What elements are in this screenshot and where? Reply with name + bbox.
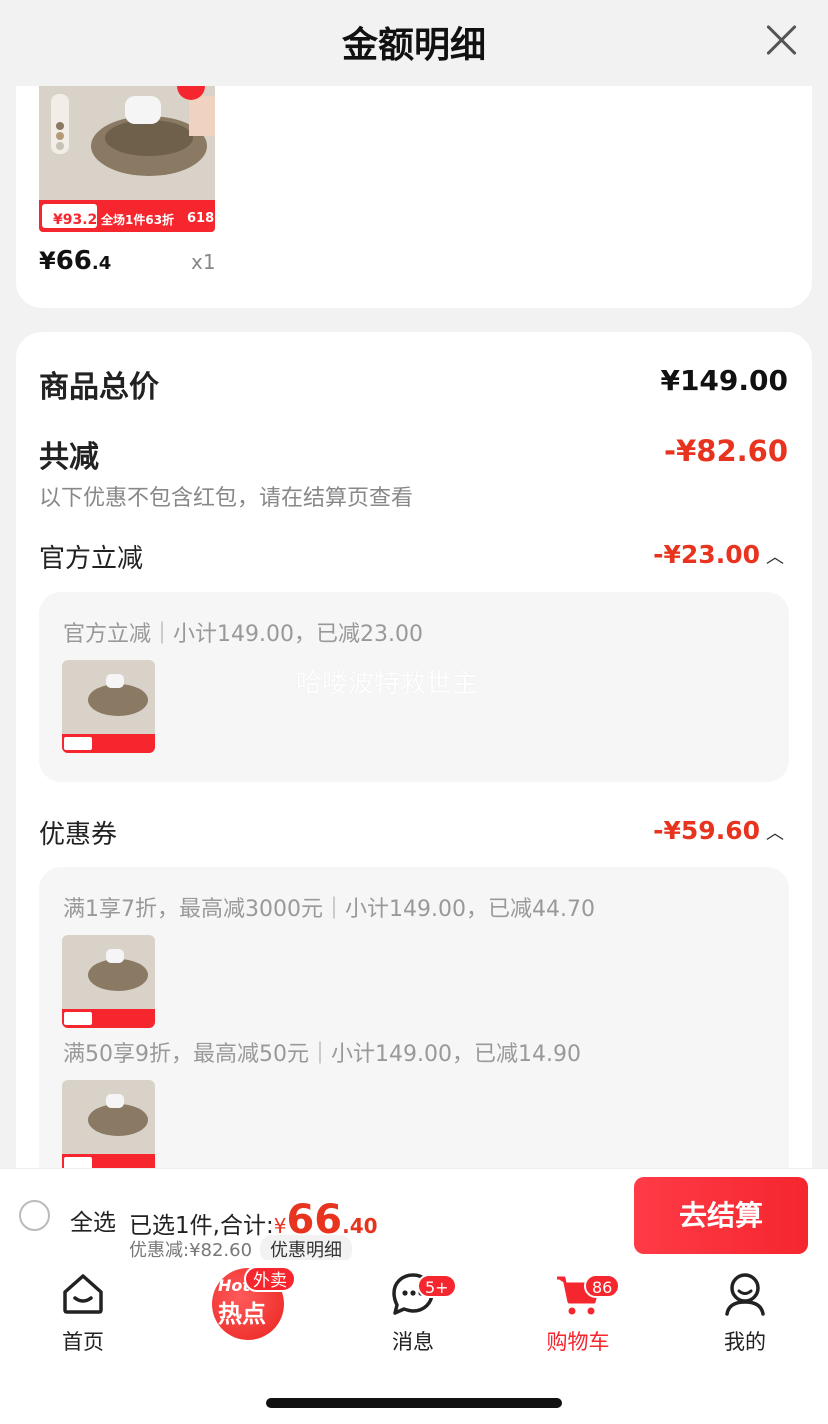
tab-home[interactable]: 首页 bbox=[23, 1270, 143, 1360]
section-coupon-value: -¥59.60 bbox=[653, 816, 760, 845]
discount-text: 优惠减:¥82.60 bbox=[129, 1240, 253, 1261]
price-dec: .4 bbox=[91, 253, 112, 274]
select-all-radio[interactable] bbox=[19, 1200, 50, 1231]
price-int: 66 bbox=[55, 246, 92, 276]
checkout-button[interactable]: 去结算 bbox=[634, 1177, 808, 1254]
tab-home-label: 首页 bbox=[62, 1330, 104, 1354]
product-image[interactable]: ¥93.2 全场1件63折 618 bbox=[39, 86, 215, 232]
img-promo: 全场1件63折 bbox=[100, 212, 174, 227]
home-icon bbox=[63, 1274, 103, 1314]
product-price: ¥66.4 bbox=[39, 246, 111, 276]
hot-main-label: 热点 bbox=[218, 1300, 266, 1328]
total-label: 商品总价 bbox=[39, 370, 159, 405]
section-official-value: -¥23.00 bbox=[653, 540, 760, 569]
section-coupon-toggle[interactable]: -¥59.60 ︿ bbox=[653, 816, 784, 845]
tab-messages[interactable]: 消息 5+ bbox=[353, 1270, 473, 1360]
amount-detail-page: 金额明细 ¥93.2 全场1件63折 618 ¥66.4 x1 商品总价 ¥14… bbox=[0, 0, 828, 1424]
section-official-line: 官方立减｜小计149.00，已减23.00 bbox=[63, 622, 423, 647]
tab-cart[interactable]: 购物车 86 bbox=[518, 1270, 638, 1360]
product-thumbnail[interactable] bbox=[62, 1080, 155, 1173]
home-indicator bbox=[266, 1398, 562, 1408]
messages-badge: 5+ bbox=[417, 1274, 457, 1298]
amount-detail-card: 商品总价 ¥149.00 共减 -¥82.60 以下优惠不包含红包，请在结算页查… bbox=[16, 332, 812, 1232]
tab-me[interactable]: 我的 bbox=[685, 1270, 805, 1360]
tab-messages-label: 消息 bbox=[392, 1330, 434, 1354]
product-thumbnail[interactable] bbox=[62, 660, 155, 753]
section-official-toggle[interactable]: -¥23.00 ︿ bbox=[653, 540, 784, 569]
img-price-tag: ¥93.2 bbox=[53, 212, 97, 228]
price-currency: ¥ bbox=[39, 247, 56, 275]
chevron-up-icon: ︿ bbox=[766, 823, 784, 844]
header: 金额明细 bbox=[0, 0, 828, 86]
reduce-value: -¥82.60 bbox=[664, 434, 788, 468]
coupon-line-2: 满50享9折，最高减50元｜小计149.00，已减14.90 bbox=[63, 1042, 581, 1067]
tab-me-label: 我的 bbox=[724, 1330, 766, 1354]
discount-line: 优惠减:¥82.60 优惠明细 bbox=[129, 1235, 353, 1263]
user-icon bbox=[725, 1273, 765, 1316]
select-all-label[interactable]: 全选 bbox=[70, 1203, 116, 1237]
cart-badge: 86 bbox=[584, 1274, 621, 1298]
chevron-up-icon: ︿ bbox=[766, 547, 784, 568]
img-event: 618 bbox=[187, 211, 214, 226]
total-value: ¥149.00 bbox=[660, 364, 788, 397]
reduce-label: 共减 bbox=[39, 440, 99, 475]
page-title: 金额明细 bbox=[341, 25, 486, 66]
tab-cart-label: 购物车 bbox=[546, 1330, 610, 1354]
waimai-tag: 外卖 bbox=[244, 1266, 296, 1292]
checkout-bar: 全选 已选1件,合计:¥66.40 优惠减:¥82.60 优惠明细 去结算 bbox=[0, 1168, 828, 1263]
section-coupon-title: 优惠券 bbox=[39, 820, 118, 850]
section-official-title: 官方立减 bbox=[39, 544, 144, 574]
product-quantity: x1 bbox=[191, 250, 216, 274]
product-card: ¥93.2 全场1件63折 618 ¥66.4 x1 bbox=[16, 86, 812, 308]
discount-detail-button[interactable]: 优惠明细 bbox=[260, 1235, 353, 1263]
reduce-note: 以下优惠不包含红包，请在结算页查看 bbox=[39, 486, 414, 511]
close-icon[interactable] bbox=[764, 22, 798, 56]
coupon-line-1: 满1享7折，最高减3000元｜小计149.00，已减44.70 bbox=[63, 897, 595, 922]
product-thumbnail[interactable] bbox=[62, 935, 155, 1028]
watermark: 哈喽波特救世主 bbox=[296, 669, 479, 699]
